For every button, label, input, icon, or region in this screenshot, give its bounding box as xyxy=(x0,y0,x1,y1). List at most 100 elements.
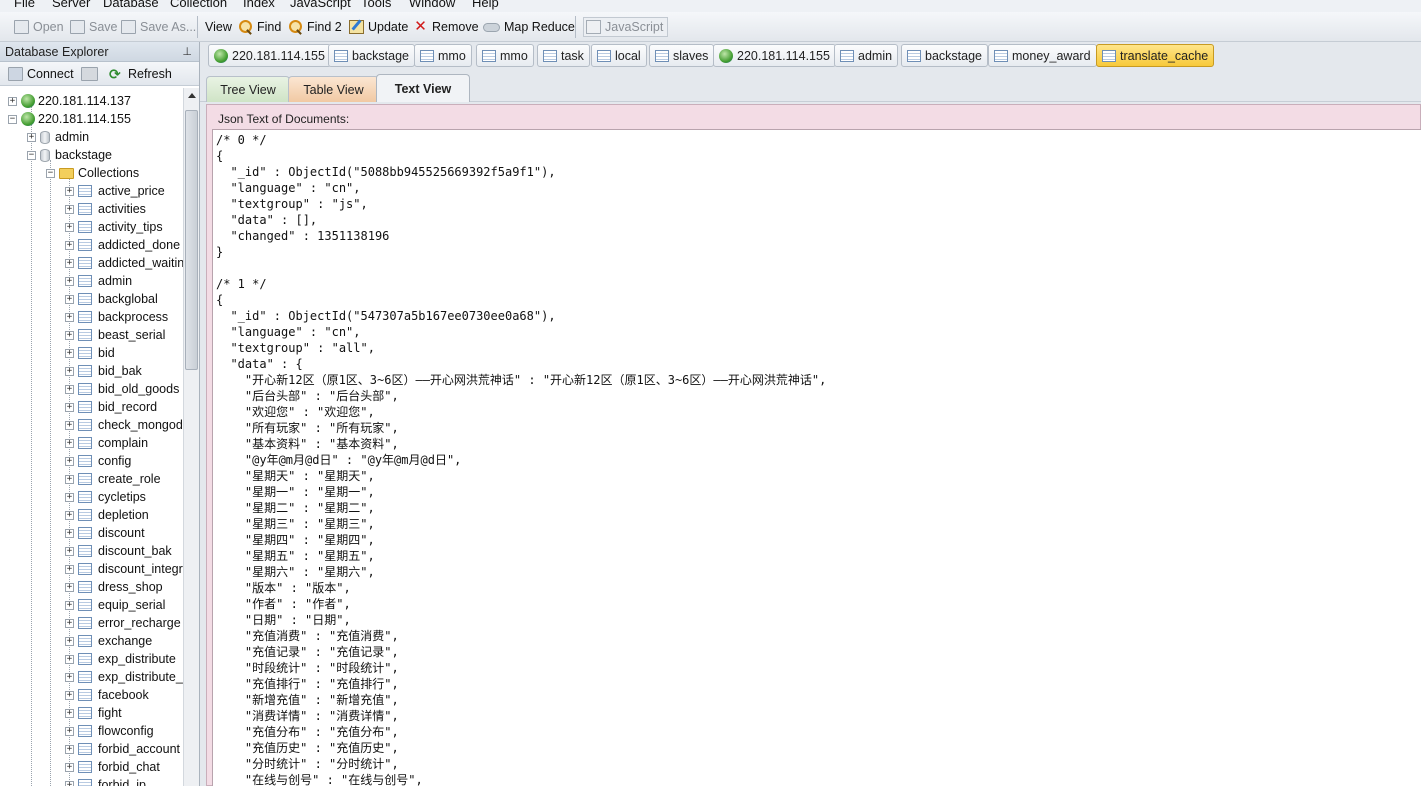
tree-server-node[interactable]: −220.181.114.155 xyxy=(8,110,131,128)
expand-icon[interactable]: + xyxy=(8,96,17,106)
tree-collection-item[interactable]: + active_price xyxy=(65,182,165,200)
tree-collection-item[interactable]: + admin xyxy=(65,272,132,290)
expand-icon[interactable]: + xyxy=(65,708,74,718)
doc-tab-active[interactable]: translate_cache xyxy=(1096,44,1215,67)
map-reduce-button[interactable]: Map Reduce xyxy=(483,17,575,37)
tree-collection-item[interactable]: + discount_integr xyxy=(65,560,183,578)
doc-tab[interactable]: mmo xyxy=(414,44,472,67)
remove-button[interactable]: ✕ Remove xyxy=(413,17,478,37)
json-text-area[interactable]: /* 0 */ { "_id" : ObjectId("5088bb9455256… xyxy=(212,129,1421,786)
tree-collection-item[interactable]: + depletion xyxy=(65,506,149,524)
expand-icon[interactable]: + xyxy=(65,258,74,268)
open-button[interactable]: Open xyxy=(14,17,64,37)
tree-collection-item[interactable]: + activities xyxy=(65,200,146,218)
tree-collection-item[interactable]: + addicted_done xyxy=(65,236,180,254)
expand-icon[interactable]: + xyxy=(65,492,74,502)
expand-icon[interactable]: + xyxy=(65,222,74,232)
doc-tab[interactable]: admin xyxy=(834,44,899,67)
tree-collection-item[interactable]: + flowconfig xyxy=(65,722,154,740)
expand-icon[interactable]: + xyxy=(65,456,74,466)
expand-icon[interactable]: + xyxy=(65,420,74,430)
expand-icon[interactable]: + xyxy=(65,366,74,376)
scrollbar-thumb[interactable] xyxy=(185,110,198,370)
tree-collection-item[interactable]: + cycletips xyxy=(65,488,146,506)
expand-icon[interactable]: + xyxy=(65,240,74,250)
tree-collection-item[interactable]: + addicted_waitin xyxy=(65,254,183,272)
tree-database-node[interactable]: − backstage xyxy=(27,146,112,164)
tree-collection-item[interactable]: + backprocess xyxy=(65,308,168,326)
connect-button[interactable]: Connect xyxy=(8,64,74,84)
refresh-button[interactable]: ⟳ Refresh xyxy=(109,64,172,84)
expand-icon[interactable]: + xyxy=(65,402,74,412)
doc-tab[interactable]: money_award xyxy=(988,44,1097,67)
tree-collection-item[interactable]: + create_role xyxy=(65,470,161,488)
update-button[interactable]: Update xyxy=(349,17,408,37)
expand-icon[interactable]: + xyxy=(65,276,74,286)
view-button[interactable]: View xyxy=(205,17,232,37)
expand-icon[interactable]: + xyxy=(65,348,74,358)
tree-collection-item[interactable]: + beast_serial xyxy=(65,326,165,344)
tree-collection-item[interactable]: + dress_shop xyxy=(65,578,163,596)
doc-tab[interactable]: backstage xyxy=(328,44,415,67)
expand-icon[interactable]: + xyxy=(65,330,74,340)
expand-icon[interactable]: + xyxy=(65,600,74,610)
tree-collection-item[interactable]: + check_mongod xyxy=(65,416,183,434)
doc-tab[interactable]: local xyxy=(591,44,647,67)
doc-tab[interactable]: backstage xyxy=(901,44,988,67)
doc-tab[interactable]: 220.181.114.155 xyxy=(713,44,836,67)
expand-icon[interactable]: + xyxy=(65,780,74,786)
expand-icon[interactable]: + xyxy=(65,204,74,214)
expand-icon[interactable]: + xyxy=(65,294,74,304)
expand-icon[interactable]: + xyxy=(65,546,74,556)
expand-icon[interactable]: + xyxy=(65,690,74,700)
menu-window[interactable]: Window xyxy=(409,0,455,10)
tree-collections-folder[interactable]: − Collections xyxy=(46,164,139,182)
collapse-icon[interactable]: − xyxy=(8,114,17,124)
tree-collection-item[interactable]: + exp_distribute xyxy=(65,650,176,668)
tree-collection-item[interactable]: + bid_bak xyxy=(65,362,142,380)
tree-collection-item[interactable]: + backglobal xyxy=(65,290,158,308)
menu-javascript[interactable]: JavaScript xyxy=(290,0,351,10)
scroll-up-icon[interactable] xyxy=(188,93,196,98)
expand-icon[interactable]: + xyxy=(65,312,74,322)
menu-tools[interactable]: Tools xyxy=(361,0,391,10)
collapse-icon[interactable]: − xyxy=(27,150,36,160)
tree-collection-item[interactable]: + discount xyxy=(65,524,145,542)
menu-index[interactable]: Index xyxy=(243,0,275,10)
tree-collection-item[interactable]: + bid_record xyxy=(65,398,157,416)
tree-collection-item[interactable]: + exp_distribute_e xyxy=(65,668,183,686)
tab-table-view[interactable]: Table View xyxy=(288,76,379,102)
javascript-button[interactable]: JavaScript xyxy=(583,17,669,37)
expand-icon[interactable]: + xyxy=(65,474,74,484)
expand-icon[interactable]: + xyxy=(65,528,74,538)
tab-text-view[interactable]: Text View xyxy=(376,74,470,102)
expand-icon[interactable]: + xyxy=(65,672,74,682)
find2-button[interactable]: Find 2 xyxy=(288,17,342,37)
disconnect-button[interactable] xyxy=(81,64,102,84)
pin-icon[interactable]: ⊥ xyxy=(182,45,192,58)
tree-collection-item[interactable]: + discount_bak xyxy=(65,542,172,560)
menu-collection[interactable]: Collection xyxy=(170,0,227,10)
menu-help[interactable]: Help xyxy=(472,0,499,10)
expand-icon[interactable]: + xyxy=(65,384,74,394)
expand-icon[interactable]: + xyxy=(65,564,74,574)
tree-collection-item[interactable]: + facebook xyxy=(65,686,149,704)
tree-collection-item[interactable]: + fight xyxy=(65,704,122,722)
expand-icon[interactable]: + xyxy=(65,618,74,628)
tree-collection-item[interactable]: + complain xyxy=(65,434,148,452)
expand-icon[interactable]: + xyxy=(65,636,74,646)
tree-collection-item[interactable]: + error_recharge xyxy=(65,614,181,632)
tree-collection-item[interactable]: + forbid_ip xyxy=(65,776,146,786)
tree-scrollbar[interactable] xyxy=(183,88,199,786)
expand-icon[interactable]: + xyxy=(65,744,74,754)
tree-collection-item[interactable]: + forbid_chat xyxy=(65,758,160,776)
expand-icon[interactable]: + xyxy=(65,762,74,772)
expand-icon[interactable]: + xyxy=(27,132,36,142)
tree-database-node[interactable]: + admin xyxy=(27,128,89,146)
menu-database[interactable]: Database xyxy=(103,0,159,10)
expand-icon[interactable]: + xyxy=(65,510,74,520)
tree-collection-item[interactable]: + config xyxy=(65,452,131,470)
menu-server[interactable]: Server xyxy=(52,0,90,10)
tree-collection-item[interactable]: + forbid_account xyxy=(65,740,180,758)
expand-icon[interactable]: + xyxy=(65,582,74,592)
